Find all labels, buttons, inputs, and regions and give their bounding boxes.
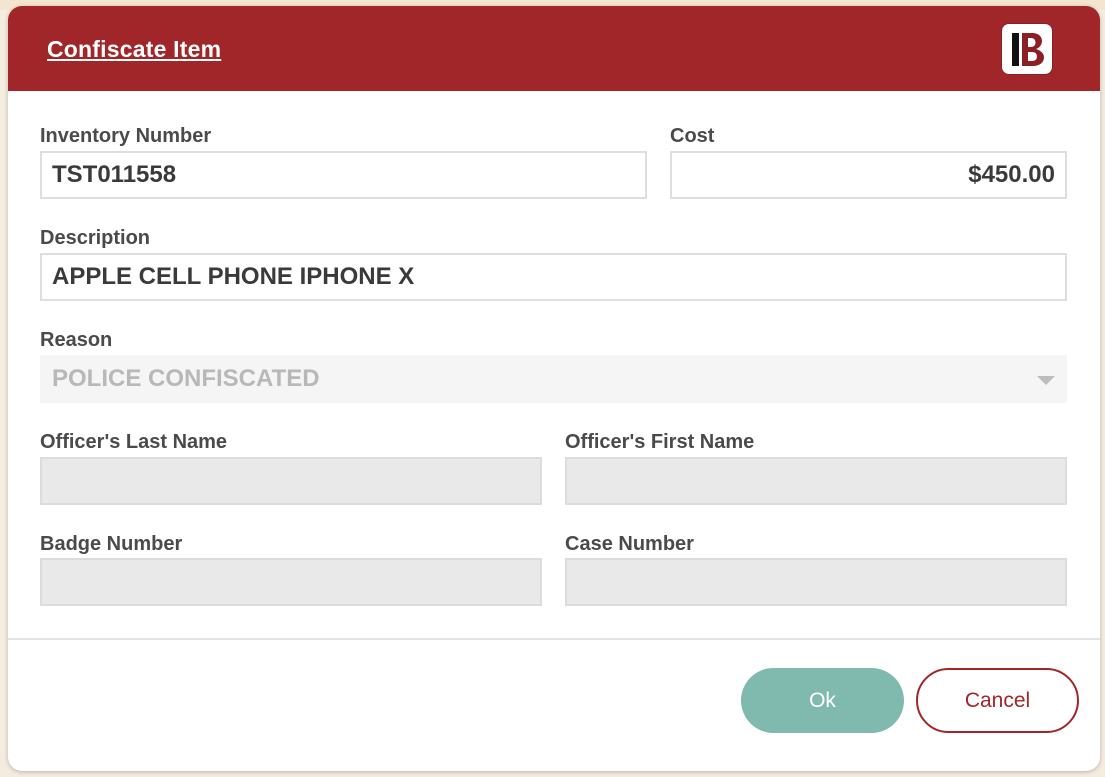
officer-first-name-field[interactable] — [565, 457, 1067, 505]
cost-value: $450.00 — [968, 161, 1055, 188]
brand-logo-icon — [1002, 24, 1052, 74]
reason-label: Reason — [40, 329, 113, 351]
description-value: APPLE CELL PHONE IPHONE X — [52, 263, 415, 290]
cancel-button[interactable]: Cancel — [916, 668, 1079, 733]
ok-button[interactable]: Ok — [741, 668, 904, 733]
dialog-header: Confiscate Item — [8, 6, 1100, 91]
officer-last-name-label: Officer's Last Name — [40, 431, 228, 453]
reason-select[interactable]: POLICE CONFISCATED — [40, 355, 1067, 403]
officer-first-name-label: Officer's First Name — [565, 431, 755, 453]
case-number-field[interactable] — [565, 558, 1067, 606]
badge-number-field[interactable] — [40, 558, 542, 606]
description-label: Description — [40, 227, 151, 249]
confiscate-item-dialog: Confiscate Item Inventory Number TST0115… — [8, 6, 1100, 771]
badge-number-label: Badge Number — [40, 533, 183, 555]
cost-label: Cost — [670, 125, 715, 147]
chevron-down-icon[interactable] — [1037, 376, 1055, 385]
footer-divider — [8, 638, 1100, 640]
cost-field[interactable]: $450.00 — [670, 151, 1067, 199]
inventory-number-field[interactable]: TST011558 — [40, 151, 647, 199]
officer-last-name-field[interactable] — [40, 457, 542, 505]
case-number-label: Case Number — [565, 533, 694, 555]
inventory-number-label: Inventory Number — [40, 125, 212, 147]
inventory-number-value: TST011558 — [52, 161, 177, 188]
reason-selected-value: POLICE CONFISCATED — [52, 365, 320, 392]
description-field[interactable]: APPLE CELL PHONE IPHONE X — [40, 253, 1067, 301]
dialog-title[interactable]: Confiscate Item — [47, 36, 221, 63]
